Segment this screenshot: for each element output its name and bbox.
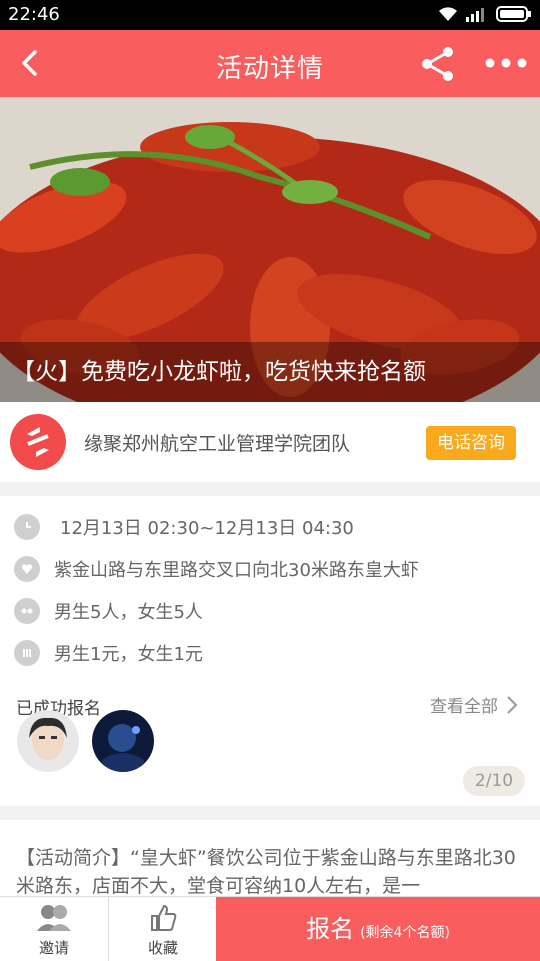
organizer-logo-icon bbox=[27, 427, 49, 457]
page-title: 活动详情 bbox=[215, 54, 324, 84]
battery-icon bbox=[496, 6, 531, 22]
fee-icon bbox=[14, 640, 40, 666]
signup-button[interactable]: 报名 (剩余4个名额) bbox=[216, 897, 540, 961]
activity-address: 紫金山路与东里路交叉口向北30米路东皇大虾 bbox=[54, 560, 419, 581]
signal-icon bbox=[466, 8, 484, 22]
fee-row: 男生1元，女生1元 bbox=[14, 638, 203, 668]
favorite-button[interactable]: 收藏 bbox=[108, 897, 217, 961]
avatar[interactable] bbox=[92, 710, 154, 772]
signup-label: 报名 bbox=[306, 915, 355, 943]
view-all-label: 查看全部 bbox=[430, 697, 498, 717]
more-options-icon[interactable] bbox=[484, 50, 528, 76]
organizer-logo bbox=[10, 414, 66, 470]
status-icons bbox=[438, 6, 532, 22]
wifi-icon bbox=[439, 7, 457, 21]
invite-icon bbox=[37, 905, 71, 931]
time-row: 12月13日 02:30~12月13日 04:30 bbox=[14, 512, 354, 542]
activity-details: 12月13日 02:30~12月13日 04:30 紫金山路与东里路交叉口向北3… bbox=[0, 496, 540, 806]
quote-icon bbox=[14, 598, 40, 624]
organizer-name: 缘聚郑州航空工业管理学院团队 bbox=[84, 433, 351, 455]
address-row[interactable]: 紫金山路与东里路交叉口向北30米路东皇大虾 bbox=[14, 554, 419, 584]
intro-text: 【活动简介】“皇大虾”餐饮公司位于紫金山路与东里路北30米路东，店面不大，堂食可… bbox=[16, 847, 516, 897]
activity-time: 12月13日 02:30~12月13日 04:30 bbox=[60, 518, 354, 539]
navigation-bar: 活动详情 bbox=[0, 30, 540, 97]
activity-banner[interactable]: 【火】免费吃小龙虾啦，吃货快来抢名额 bbox=[0, 97, 540, 402]
organizer-row[interactable]: 缘聚郑州航空工业管理学院团队 电话咨询 bbox=[0, 402, 540, 482]
activity-intro: 【活动简介】“皇大虾”餐饮公司位于紫金山路与东里路北30米路东，店面不大，堂食可… bbox=[0, 820, 540, 897]
avatar[interactable] bbox=[17, 710, 79, 772]
status-bar: 22:46 bbox=[0, 0, 540, 30]
activity-quota: 男生5人，女生5人 bbox=[54, 602, 203, 623]
banner-caption: 【火】免费吃小龙虾啦，吃货快来抢名额 bbox=[0, 342, 540, 402]
location-heart-icon bbox=[14, 556, 40, 582]
view-all-link[interactable]: 查看全部 bbox=[430, 692, 518, 717]
activity-fee: 男生1元，女生1元 bbox=[54, 644, 203, 665]
bottom-action-bar: 邀请 收藏 报名 (剩余4个名额) bbox=[0, 896, 540, 961]
clock-icon bbox=[14, 514, 40, 540]
status-time: 22:46 bbox=[8, 4, 60, 25]
quota-row: 男生5人，女生5人 bbox=[14, 596, 203, 626]
chevron-right-icon bbox=[507, 695, 518, 714]
signup-remaining: (剩余4个名额) bbox=[360, 925, 450, 941]
enrolled-counter: 2/10 bbox=[463, 766, 525, 796]
thumbs-up-icon bbox=[151, 904, 177, 931]
invite-label: 邀请 bbox=[38, 939, 69, 957]
phone-consult-button[interactable]: 电话咨询 bbox=[426, 426, 516, 460]
share-icon[interactable] bbox=[418, 44, 458, 84]
favorite-label: 收藏 bbox=[147, 939, 178, 957]
invite-button[interactable]: 邀请 bbox=[0, 897, 108, 961]
